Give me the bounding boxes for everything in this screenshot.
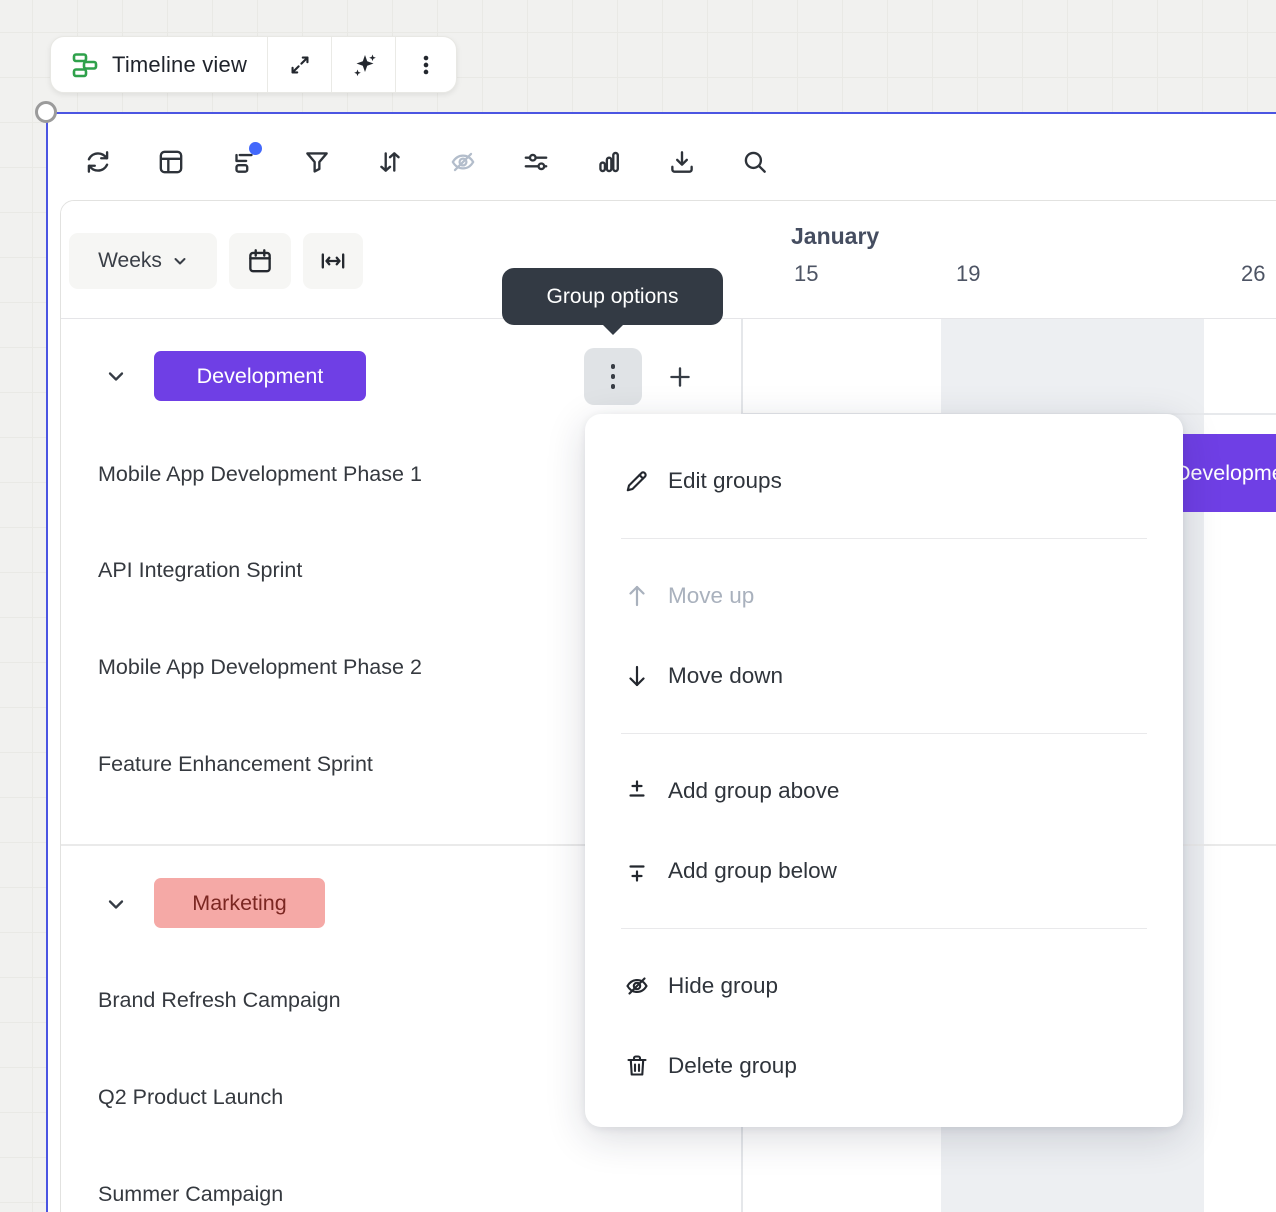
groups-badge-dot bbox=[249, 142, 262, 155]
task-row[interactable]: Q2 Product Launch bbox=[98, 1085, 283, 1110]
filter-button[interactable] bbox=[295, 140, 339, 184]
ai-assist-button[interactable] bbox=[332, 37, 395, 92]
scale-selector[interactable]: Weeks bbox=[69, 233, 217, 289]
chevron-down-icon bbox=[172, 253, 188, 269]
expand-button[interactable] bbox=[268, 37, 331, 92]
menu-item-move-down[interactable]: Move down bbox=[585, 636, 1183, 716]
collapse-group-marketing[interactable] bbox=[98, 886, 134, 922]
menu-item-label: Delete group bbox=[668, 1053, 797, 1079]
menu-item-label: Edit groups bbox=[668, 468, 782, 494]
calendar-icon bbox=[245, 246, 275, 276]
menu-item-edit-groups[interactable]: Edit groups bbox=[585, 441, 1183, 521]
kebab-menu-icon bbox=[611, 364, 616, 389]
expand-icon bbox=[287, 52, 313, 78]
widget-menu-button[interactable] bbox=[396, 37, 456, 92]
fit-width-icon bbox=[318, 246, 348, 276]
timeline-icon bbox=[71, 51, 99, 79]
settings-icon bbox=[521, 147, 551, 177]
date-tick: 19 bbox=[956, 261, 980, 287]
arrow-down-icon bbox=[622, 662, 652, 690]
kebab-menu-icon bbox=[413, 52, 439, 78]
menu-divider bbox=[621, 928, 1147, 929]
widget-title: Timeline view bbox=[112, 52, 247, 78]
widget-type-button[interactable]: Timeline view bbox=[51, 37, 267, 92]
chart-button[interactable] bbox=[587, 140, 631, 184]
task-row[interactable]: API Integration Sprint bbox=[98, 558, 302, 583]
tooltip-arrow bbox=[602, 324, 624, 335]
eye-off-icon bbox=[622, 972, 652, 1000]
menu-item-move-up[interactable]: Move up bbox=[585, 556, 1183, 636]
floating-toolbar: Timeline view bbox=[50, 36, 457, 93]
add-task-button[interactable] bbox=[661, 358, 699, 396]
hide-icon bbox=[448, 147, 478, 177]
calendar-button[interactable] bbox=[229, 233, 291, 289]
menu-item-label: Hide group bbox=[668, 973, 778, 999]
menu-item-hide-group[interactable]: Hide group bbox=[585, 946, 1183, 1026]
filter-icon bbox=[302, 147, 332, 177]
selection-handle[interactable] bbox=[35, 101, 57, 123]
pencil-icon bbox=[622, 467, 652, 495]
menu-item-label: Move up bbox=[668, 583, 754, 609]
menu-divider bbox=[621, 538, 1147, 539]
group-badge-label: Marketing bbox=[192, 891, 286, 916]
chart-icon bbox=[594, 147, 624, 177]
widget-icon-toolbar bbox=[76, 140, 777, 184]
tooltip-text: Group options bbox=[547, 285, 679, 309]
menu-item-add-group-above[interactable]: Add group above bbox=[585, 751, 1183, 831]
export-icon bbox=[667, 147, 697, 177]
search-icon bbox=[740, 147, 770, 177]
menu-item-add-group-below[interactable]: Add group below bbox=[585, 831, 1183, 911]
group-badge-label: Development bbox=[197, 364, 324, 389]
sync-button[interactable] bbox=[76, 140, 120, 184]
groups-button[interactable] bbox=[222, 140, 266, 184]
date-tick: 26 bbox=[1241, 261, 1265, 287]
task-row[interactable]: Mobile App Development Phase 1 bbox=[98, 462, 422, 487]
menu-item-label: Add group below bbox=[668, 858, 837, 884]
menu-item-label: Move down bbox=[668, 663, 783, 689]
group-badge-development[interactable]: Development bbox=[154, 351, 366, 401]
arrow-up-icon bbox=[622, 582, 652, 610]
scale-selector-value: Weeks bbox=[98, 249, 162, 273]
task-row[interactable]: Summer Campaign bbox=[98, 1182, 283, 1207]
sort-icon bbox=[375, 147, 405, 177]
add-group-below-icon bbox=[622, 857, 652, 885]
task-row[interactable]: Feature Enhancement Sprint bbox=[98, 752, 373, 777]
export-button[interactable] bbox=[660, 140, 704, 184]
sparkles-icon bbox=[350, 51, 378, 79]
menu-item-label: Add group above bbox=[668, 778, 839, 804]
sort-button[interactable] bbox=[368, 140, 412, 184]
task-row[interactable]: Brand Refresh Campaign bbox=[98, 988, 341, 1013]
menu-item-delete-group[interactable]: Delete group bbox=[585, 1026, 1183, 1106]
hide-button[interactable] bbox=[441, 140, 485, 184]
sync-icon bbox=[83, 147, 113, 177]
group-badge-marketing[interactable]: Marketing bbox=[154, 878, 325, 928]
menu-divider bbox=[621, 733, 1147, 734]
layout-button[interactable] bbox=[149, 140, 193, 184]
layout-icon bbox=[156, 147, 186, 177]
fit-width-button[interactable] bbox=[303, 233, 363, 289]
group-options-button[interactable] bbox=[584, 348, 642, 405]
search-button[interactable] bbox=[733, 140, 777, 184]
add-group-above-icon bbox=[622, 777, 652, 805]
task-bar-label: Development bbox=[1175, 461, 1276, 486]
date-tick: 15 bbox=[794, 261, 818, 287]
month-label: January bbox=[791, 223, 879, 250]
group-options-menu: Edit groups Move up Move down Add group … bbox=[585, 414, 1183, 1127]
task-row[interactable]: Mobile App Development Phase 2 bbox=[98, 655, 422, 680]
collapse-group-development[interactable] bbox=[98, 358, 134, 394]
settings-button[interactable] bbox=[514, 140, 558, 184]
trash-icon bbox=[622, 1052, 652, 1080]
group-options-tooltip: Group options bbox=[502, 268, 723, 325]
